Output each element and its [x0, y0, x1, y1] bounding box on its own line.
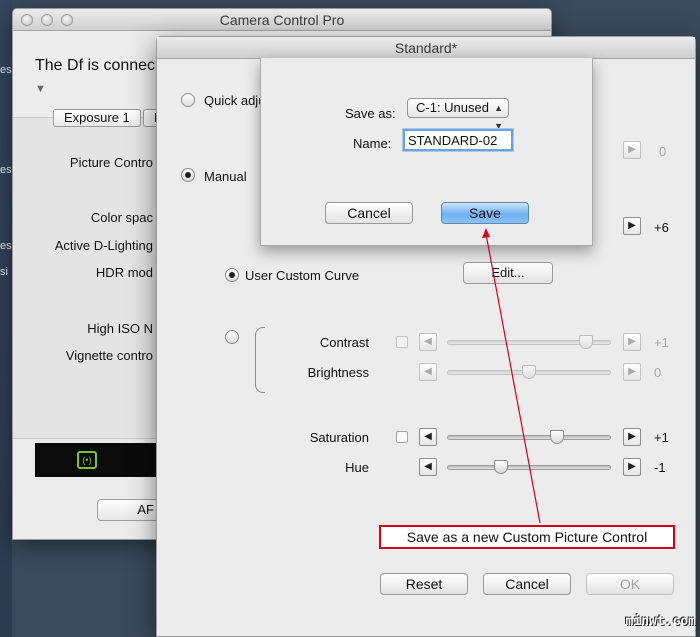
save-slot-select[interactable]: C-1: Unused ▲ ▼: [407, 98, 509, 131]
slider-thumb[interactable]: [522, 365, 536, 379]
slider-value: 0: [654, 365, 662, 380]
tab-exposure-1[interactable]: Exposure 1: [53, 109, 141, 127]
slider-track[interactable]: [447, 460, 611, 474]
slider-thumb[interactable]: [494, 460, 509, 474]
close-window-icon[interactable]: [21, 14, 33, 26]
quick-adjust-label: Quick adju: [204, 93, 266, 108]
save-slot-value: C-1: Unused: [416, 100, 489, 115]
title-bar: Standard*: [157, 37, 695, 59]
name-field[interactable]: [403, 129, 513, 151]
user-custom-curve-label: User Custom Curve: [245, 268, 360, 283]
minimize-window-icon[interactable]: [41, 14, 53, 26]
vignette-control-label: Vignette contro: [65, 348, 153, 363]
slider-increase-button[interactable]: ▶: [623, 428, 641, 446]
slider-decrease-button[interactable]: ◀: [419, 428, 437, 446]
slider-thumb[interactable]: [549, 430, 564, 444]
annotation-callout: Save as a new Custom Picture Control: [379, 525, 675, 549]
slider-decrease-button[interactable]: ◀: [419, 363, 437, 381]
slider-value: -1: [654, 460, 666, 475]
slider-label: Brightness: [307, 365, 369, 380]
window-title: Camera Control Pro: [219, 12, 345, 28]
slider-increase-button[interactable]: ▶: [623, 458, 641, 476]
hdr-mode-label: HDR mod: [95, 265, 153, 280]
name-label: Name:: [353, 136, 392, 151]
desktop-label: es: [0, 164, 12, 176]
slider-enable-checkbox[interactable]: [396, 336, 408, 348]
slider-label: Saturation: [309, 430, 369, 445]
desktop-label: si: [0, 266, 8, 278]
high-iso-nr-label: High ISO N: [87, 321, 153, 336]
af-point-icon: (•): [77, 451, 97, 469]
color-space-label: Color spac: [90, 210, 153, 225]
sharpening-value: +6: [654, 220, 669, 235]
manual-adjust-radio[interactable]: [225, 330, 239, 344]
save-as-label: Save as:: [345, 106, 396, 121]
slider-value: +1: [654, 335, 669, 350]
group-bracket: [255, 327, 265, 393]
zoom-window-icon[interactable]: [61, 14, 73, 26]
slider-value: +1: [654, 430, 669, 445]
slider-decrease-button[interactable]: ◀: [419, 458, 437, 476]
desktop-background: es es es si: [0, 0, 12, 637]
camera-status-headline: The Df is connec: [35, 57, 156, 74]
picture-control-label: Picture Contro: [69, 155, 153, 170]
sharpening-increase-button[interactable]: ▶: [623, 141, 641, 159]
slider-increase-button[interactable]: ▶: [623, 333, 641, 351]
disclosure-triangle-icon[interactable]: ▼: [35, 83, 46, 95]
slider-label: Contrast: [319, 335, 369, 350]
slider-decrease-button[interactable]: ◀: [419, 333, 437, 351]
slider-track[interactable]: [447, 335, 611, 349]
user-custom-curve-radio[interactable]: [225, 268, 239, 282]
active-d-lighting-label: Active D-Lighting: [54, 238, 153, 253]
reset-button[interactable]: Reset: [380, 573, 468, 595]
af-button[interactable]: AF: [97, 499, 159, 521]
save-as-sheet: Save as: C-1: Unused ▲▼ Name: Cancel Sav…: [260, 58, 593, 246]
slider-enable-checkbox[interactable]: [396, 431, 408, 443]
live-view-strip: (•): [35, 443, 159, 477]
manual-label: Manual: [204, 169, 247, 184]
sharpening-step-button[interactable]: ▶: [623, 217, 641, 235]
window-title: Standard*: [394, 40, 458, 56]
ok-button[interactable]: OK: [586, 573, 674, 595]
slider-track[interactable]: [447, 365, 611, 379]
manual-radio[interactable]: [181, 168, 195, 182]
desktop-label: es: [0, 240, 12, 252]
edit-curve-button[interactable]: Edit...: [463, 262, 553, 284]
slider-label: Hue: [345, 460, 369, 475]
quick-adjust-radio[interactable]: [181, 93, 195, 107]
slider-increase-button[interactable]: ▶: [623, 363, 641, 381]
slider-thumb[interactable]: [578, 335, 593, 349]
sheet-save-button[interactable]: Save: [441, 202, 529, 224]
slider-track[interactable]: [447, 430, 611, 444]
title-bar: Camera Control Pro: [13, 9, 551, 31]
cancel-button[interactable]: Cancel: [483, 573, 571, 595]
watermark: minwt.com: [625, 614, 696, 629]
desktop-label: es: [0, 64, 12, 76]
sheet-cancel-button[interactable]: Cancel: [325, 202, 413, 224]
quick-adjust-value: 0: [659, 144, 667, 159]
